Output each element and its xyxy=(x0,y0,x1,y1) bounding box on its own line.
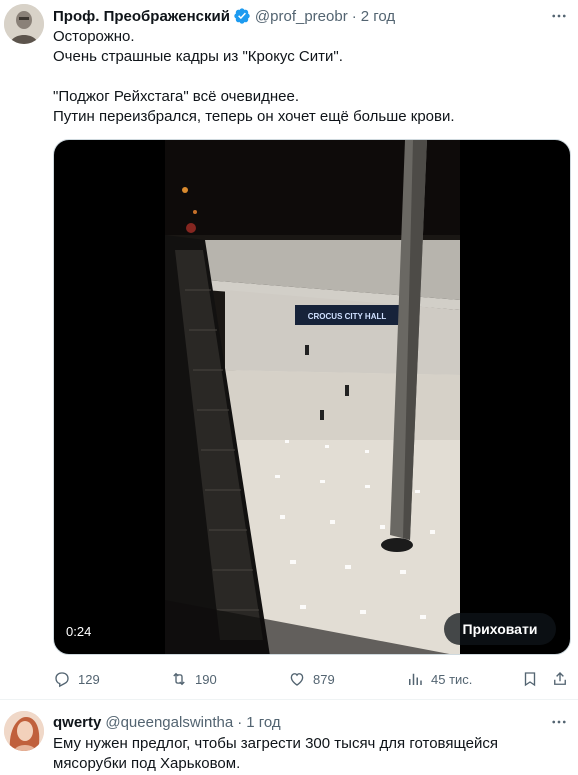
reply-header: qwerty @queengalswintha · 1 год xyxy=(53,712,281,732)
reply-icon xyxy=(55,672,69,688)
bookmark-button[interactable] xyxy=(521,668,546,690)
repost-button[interactable]: 190 xyxy=(170,668,217,690)
views-button[interactable]: 45 тис. xyxy=(406,668,472,690)
views-count: 45 тис. xyxy=(431,671,473,687)
author-avatar[interactable] xyxy=(4,4,44,44)
video-duration: 0:24 xyxy=(66,624,92,639)
tweet-text-line: "Поджог Рейхстага" всё очевиднее. xyxy=(53,88,300,105)
repost-icon xyxy=(173,672,185,686)
video-player[interactable]: CROCUS CITY HALL 0:24 Приховати xyxy=(53,139,571,655)
more-options-icon[interactable] xyxy=(548,712,570,732)
tweet-text-line: Осторожно. xyxy=(53,28,135,45)
tweet-actions: 129 190 879 45 тис. xyxy=(53,668,570,690)
bookmark-icon xyxy=(524,672,536,687)
reply-text-line: мясорубки под Харьковом. xyxy=(53,755,241,772)
tweet-text: Осторожно. Очень страшные кадры из "Крок… xyxy=(53,27,568,127)
tweet[interactable]: Проф. Преображенский @prof_preobr · 2 го… xyxy=(0,0,578,700)
verified-badge-icon xyxy=(233,7,251,25)
reply-author-avatar[interactable] xyxy=(4,711,44,751)
share-button[interactable] xyxy=(551,668,576,690)
author-handle[interactable]: @prof_preobr xyxy=(255,8,348,25)
reply-text: Ему нужен предлог, чтобы загрести 300 ты… xyxy=(53,734,568,774)
author-name[interactable]: Проф. Преображенский xyxy=(53,8,230,25)
reply-tweet[interactable]: qwerty @queengalswintha · 1 год Ему нуже… xyxy=(0,701,578,775)
reply-author-name[interactable]: qwerty xyxy=(53,714,101,731)
tweet-text-line: Очень страшные кадры из "Крокус Сити". xyxy=(53,48,343,65)
repost-count: 190 xyxy=(195,671,217,687)
heart-icon xyxy=(290,673,304,686)
tweet-text-line: Путин переизбрался, теперь он хочет ещё … xyxy=(53,108,455,125)
reply-author-handle[interactable]: @queengalswintha xyxy=(105,714,233,731)
hide-button[interactable]: Приховати xyxy=(444,613,556,645)
separator-dot: · xyxy=(237,713,243,731)
separator-dot: · xyxy=(351,7,357,25)
more-options-icon[interactable] xyxy=(548,6,570,26)
tweet-text-line xyxy=(53,67,568,87)
views-chart-icon xyxy=(409,673,422,685)
reply-time[interactable]: 1 год xyxy=(246,714,280,731)
reply-count: 129 xyxy=(78,671,100,687)
tweet-time[interactable]: 2 год xyxy=(361,8,395,25)
reply-button[interactable]: 129 xyxy=(53,668,100,690)
like-count: 879 xyxy=(313,671,335,687)
like-button[interactable]: 879 xyxy=(288,668,335,690)
share-icon xyxy=(554,672,566,685)
crocus-sign-text: CROCUS CITY HALL xyxy=(308,312,387,321)
video-frame: CROCUS CITY HALL xyxy=(165,140,460,654)
tweet-header: Проф. Преображенский @prof_preobr · 2 го… xyxy=(53,6,395,26)
reply-text-line: Ему нужен предлог, чтобы загрести 300 ты… xyxy=(53,735,498,752)
